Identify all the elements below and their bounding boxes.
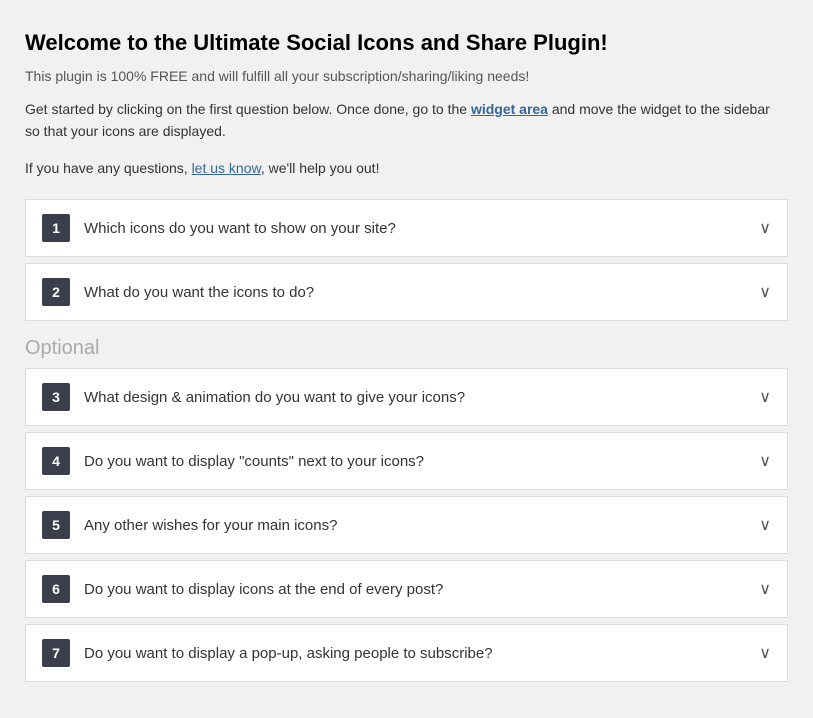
accordion-label-6: Do you want to display icons at the end … <box>84 581 749 598</box>
number-badge-2: 2 <box>42 278 70 306</box>
accordion-item-2[interactable]: 2 What do you want the icons to do? ∨ <box>25 263 788 321</box>
accordion-label-3: What design & animation do you want to g… <box>84 389 749 406</box>
number-badge-6: 6 <box>42 575 70 603</box>
page-title: Welcome to the Ultimate Social Icons and… <box>25 30 788 56</box>
chevron-icon-4: ∨ <box>759 451 771 471</box>
optional-label: Optional <box>25 337 788 360</box>
chevron-icon-3: ∨ <box>759 387 771 407</box>
accordion-item-4[interactable]: 4 Do you want to display "counts" next t… <box>25 432 788 490</box>
question-part2: , we'll help you out! <box>261 160 380 176</box>
question-part1: If you have any questions, <box>25 160 192 176</box>
chevron-icon-1: ∨ <box>759 218 771 238</box>
accordion-label-1: Which icons do you want to show on your … <box>84 220 749 237</box>
question-text: If you have any questions, let us know, … <box>25 157 788 179</box>
number-badge-3: 3 <box>42 383 70 411</box>
let-us-know-link[interactable]: let us know <box>192 160 261 176</box>
accordion-item-5[interactable]: 5 Any other wishes for your main icons? … <box>25 496 788 554</box>
accordion-label-4: Do you want to display "counts" next to … <box>84 453 749 470</box>
page-container: Welcome to the Ultimate Social Icons and… <box>20 20 793 698</box>
accordion-label-7: Do you want to display a pop-up, asking … <box>84 645 749 662</box>
accordion-item-3[interactable]: 3 What design & animation do you want to… <box>25 368 788 426</box>
accordion-item-7[interactable]: 7 Do you want to display a pop-up, askin… <box>25 624 788 682</box>
description-part1: Get started by clicking on the first que… <box>25 101 471 117</box>
accordion-item-1[interactable]: 1 Which icons do you want to show on you… <box>25 199 788 257</box>
widget-area-link[interactable]: widget area <box>471 101 548 117</box>
number-badge-4: 4 <box>42 447 70 475</box>
chevron-icon-7: ∨ <box>759 643 771 663</box>
subtitle-text: This plugin is 100% FREE and will fulfil… <box>25 68 788 84</box>
accordion-label-2: What do you want the icons to do? <box>84 284 749 301</box>
chevron-icon-6: ∨ <box>759 579 771 599</box>
number-badge-5: 5 <box>42 511 70 539</box>
accordion-item-6[interactable]: 6 Do you want to display icons at the en… <box>25 560 788 618</box>
chevron-icon-5: ∨ <box>759 515 771 535</box>
number-badge-1: 1 <box>42 214 70 242</box>
chevron-icon-2: ∨ <box>759 282 771 302</box>
number-badge-7: 7 <box>42 639 70 667</box>
accordion-label-5: Any other wishes for your main icons? <box>84 517 749 534</box>
description-text: Get started by clicking on the first que… <box>25 98 788 143</box>
